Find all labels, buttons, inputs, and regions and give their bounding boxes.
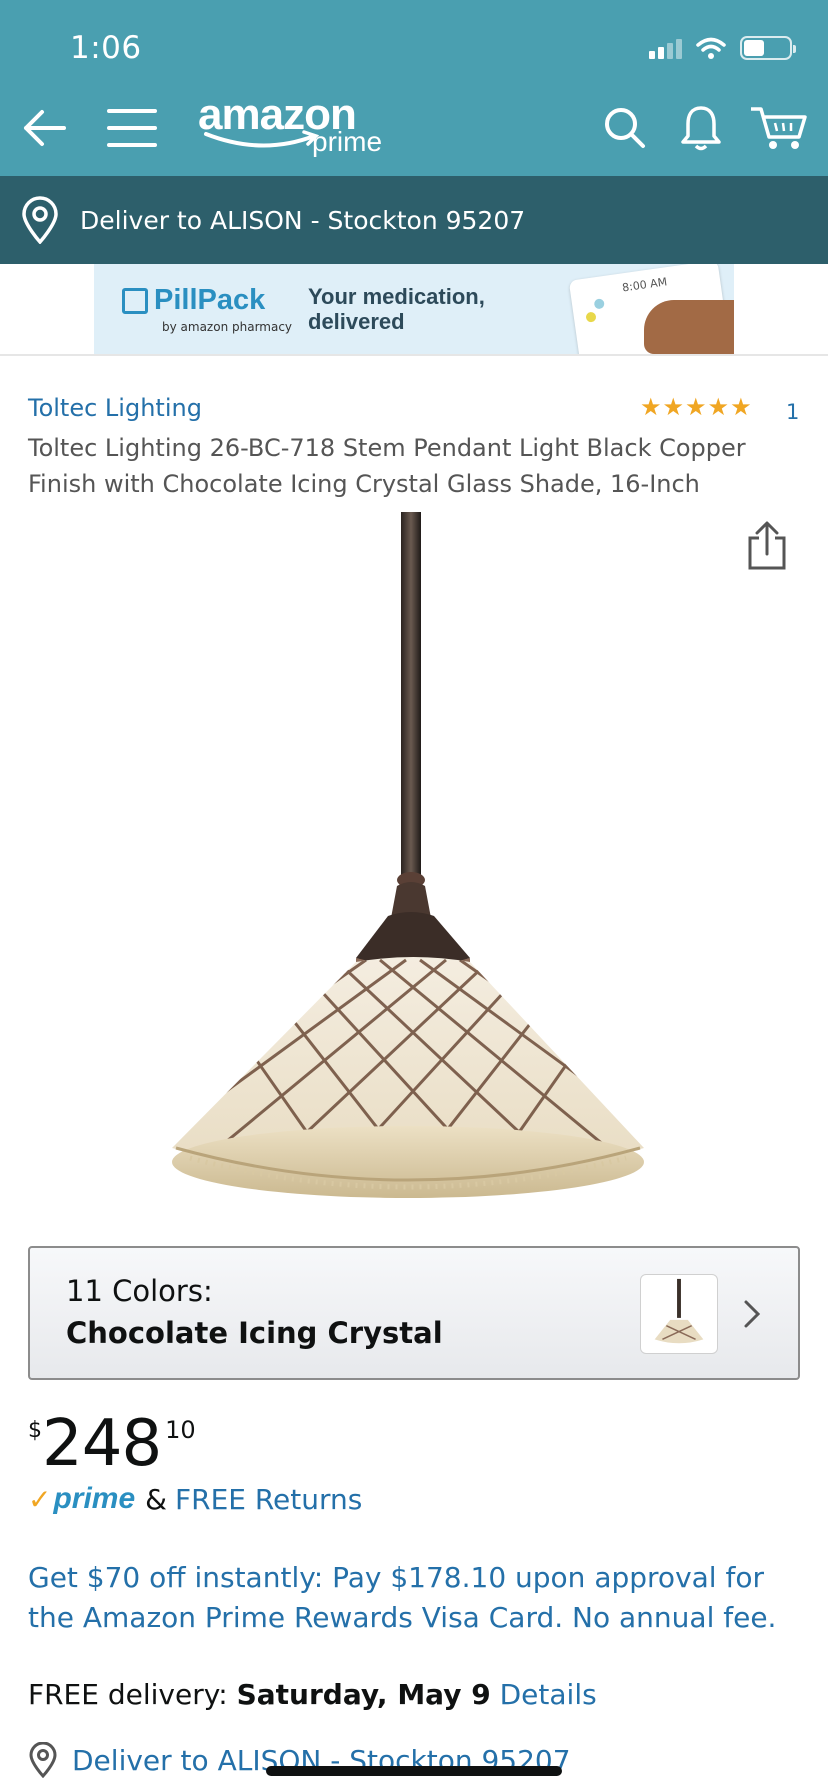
ampersand: & bbox=[145, 1482, 168, 1516]
status-time: 1:06 bbox=[70, 30, 142, 66]
menu-icon[interactable] bbox=[106, 96, 158, 160]
product-image[interactable] bbox=[0, 508, 828, 1208]
ad-tagline: Your medication, delivered bbox=[308, 284, 485, 334]
color-selector[interactable]: 11 Colors: Chocolate Icing Crystal bbox=[28, 1246, 800, 1380]
prime-check-icon: ✓ bbox=[28, 1482, 52, 1516]
cart-icon[interactable] bbox=[748, 96, 810, 160]
price-whole: 248 bbox=[42, 1407, 162, 1481]
free-returns-link[interactable]: FREE Returns bbox=[175, 1483, 362, 1516]
wifi-icon bbox=[696, 37, 726, 59]
star-icon: ★ bbox=[685, 393, 707, 421]
hand-image bbox=[644, 300, 734, 354]
location-pin-icon bbox=[29, 1742, 57, 1778]
star-icon: ★ bbox=[730, 393, 752, 421]
amazon-prime-logo[interactable]: amazon prime bbox=[198, 90, 408, 160]
product-title: Toltec Lighting 26-BC-718 Stem Pendant L… bbox=[28, 434, 746, 498]
pillpack-ad[interactable]: PillPack by amazon pharmacy Your medicat… bbox=[94, 264, 734, 354]
star-icon: ★ bbox=[707, 393, 730, 421]
ad-banner-area: PillPack by amazon pharmacy Your medicat… bbox=[0, 264, 828, 356]
review-count[interactable]: 1 bbox=[786, 400, 799, 424]
search-icon[interactable] bbox=[600, 96, 650, 160]
delivery-date: Saturday, May 9 bbox=[236, 1678, 491, 1711]
chevron-right-icon bbox=[744, 1300, 761, 1328]
battery-icon bbox=[740, 36, 796, 60]
price: $ 248 10 bbox=[28, 1408, 196, 1480]
delivery-info: FREE delivery: Saturday, May 9 Details bbox=[28, 1678, 597, 1711]
deliver-to-text: Deliver to ALISON - Stockton 95207 bbox=[80, 205, 526, 235]
deliver-to-bar[interactable]: Deliver to ALISON - Stockton 95207 bbox=[0, 176, 828, 264]
prime-returns-row: ✓ prime & FREE Returns bbox=[28, 1482, 362, 1516]
nav-row: amazon prime bbox=[0, 90, 828, 160]
cellular-signal-icon bbox=[649, 37, 682, 59]
color-thumbnail bbox=[640, 1274, 718, 1354]
star-icon: ★ bbox=[662, 393, 685, 421]
location-pin-icon bbox=[22, 196, 58, 244]
star-rating[interactable]: ★ ★ ★ ★ ★ bbox=[640, 394, 752, 420]
bell-icon[interactable] bbox=[676, 96, 726, 160]
color-count-label: 11 Colors: bbox=[66, 1274, 213, 1308]
brand-link[interactable]: Toltec Lighting bbox=[28, 394, 202, 422]
share-icon[interactable] bbox=[744, 520, 790, 572]
home-indicator bbox=[266, 1766, 562, 1776]
price-symbol: $ bbox=[28, 1418, 42, 1443]
prime-badge: ✓ prime bbox=[28, 1482, 136, 1516]
pillpack-checkbox-icon bbox=[122, 287, 148, 314]
delivery-prefix: FREE delivery: bbox=[28, 1678, 228, 1711]
pillpack-brand: PillPack bbox=[122, 284, 265, 317]
visa-card-offer-link[interactable]: Get $70 off instantly: Pay $178.10 upon … bbox=[28, 1558, 808, 1638]
selected-color-name: Chocolate Icing Crystal bbox=[66, 1316, 443, 1350]
star-icon: ★ bbox=[640, 393, 662, 421]
price-fraction: 10 bbox=[165, 1416, 196, 1444]
delivery-details-link[interactable]: Details bbox=[500, 1678, 597, 1711]
status-icons bbox=[649, 36, 796, 60]
back-arrow-icon[interactable] bbox=[18, 96, 70, 160]
app-header: 1:06 amazon prime bbox=[0, 0, 828, 176]
pillpack-byline: by amazon pharmacy bbox=[162, 320, 293, 334]
